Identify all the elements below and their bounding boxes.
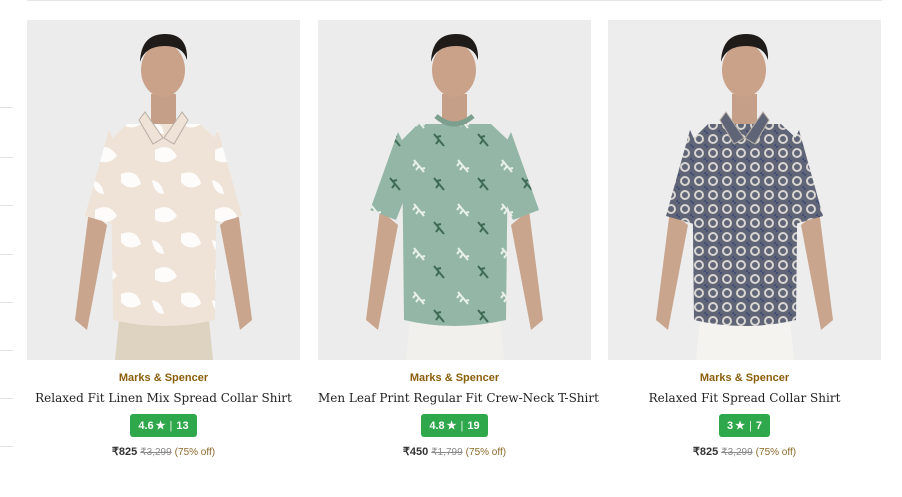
mrp-price: ₹3,299	[140, 447, 172, 458]
product-card[interactable]: Marks & Spencer Relaxed Fit Linen Mix Sp…	[27, 20, 300, 459]
left-filter-edge	[0, 0, 14, 497]
price-row: ₹450 ₹1,799 (75% off)	[318, 445, 591, 459]
product-image[interactable]	[27, 20, 300, 360]
product-card[interactable]: Marks & Spencer Relaxed Fit Spread Colla…	[608, 20, 881, 459]
rating-badge: 3 ★ | 7	[719, 414, 770, 437]
rating-badge: 4.8 ★ | 19	[421, 414, 488, 437]
review-count: 7	[755, 419, 762, 432]
model-illustration	[318, 20, 591, 360]
review-count: 13	[176, 419, 189, 432]
model-illustration	[27, 20, 300, 360]
rating-value: 4.8	[429, 419, 445, 432]
star-icon: ★	[155, 420, 166, 432]
discount-label: (75% off)	[755, 447, 797, 458]
model-illustration	[608, 20, 881, 360]
product-brand[interactable]: Marks & Spencer	[318, 371, 591, 385]
top-divider	[27, 0, 882, 1]
product-card[interactable]: Marks & Spencer Men Leaf Print Regular F…	[318, 20, 599, 459]
star-icon: ★	[735, 420, 745, 432]
rating-separator: |	[749, 419, 752, 432]
product-name[interactable]: Men Leaf Print Regular Fit Crew-Neck T-S…	[318, 390, 599, 406]
rating-separator: |	[460, 419, 464, 432]
rating-value: 4.6	[138, 419, 154, 432]
price-row: ₹825 ₹3,299 (75% off)	[608, 445, 881, 459]
product-image[interactable]	[318, 20, 591, 360]
product-image[interactable]	[608, 20, 881, 360]
star-icon: ★	[446, 420, 457, 432]
rating-badge: 4.6 ★ | 13	[130, 414, 197, 437]
product-name[interactable]: Relaxed Fit Spread Collar Shirt	[608, 390, 881, 406]
selling-price: ₹825	[692, 446, 719, 458]
selling-price: ₹825	[111, 446, 138, 458]
discount-label: (75% off)	[465, 447, 507, 458]
product-brand[interactable]: Marks & Spencer	[608, 371, 881, 385]
selling-price: ₹450	[402, 446, 429, 458]
product-brand[interactable]: Marks & Spencer	[27, 371, 300, 385]
discount-label: (75% off)	[174, 447, 216, 458]
product-grid: Marks & Spencer Relaxed Fit Linen Mix Sp…	[27, 20, 883, 480]
mrp-price: ₹3,299	[721, 447, 753, 458]
product-name[interactable]: Relaxed Fit Linen Mix Spread Collar Shir…	[27, 390, 300, 406]
price-row: ₹825 ₹3,299 (75% off)	[27, 445, 300, 459]
review-count: 19	[467, 419, 480, 432]
rating-value: 3	[727, 419, 734, 432]
mrp-price: ₹1,799	[431, 447, 463, 458]
rating-separator: |	[169, 419, 173, 432]
